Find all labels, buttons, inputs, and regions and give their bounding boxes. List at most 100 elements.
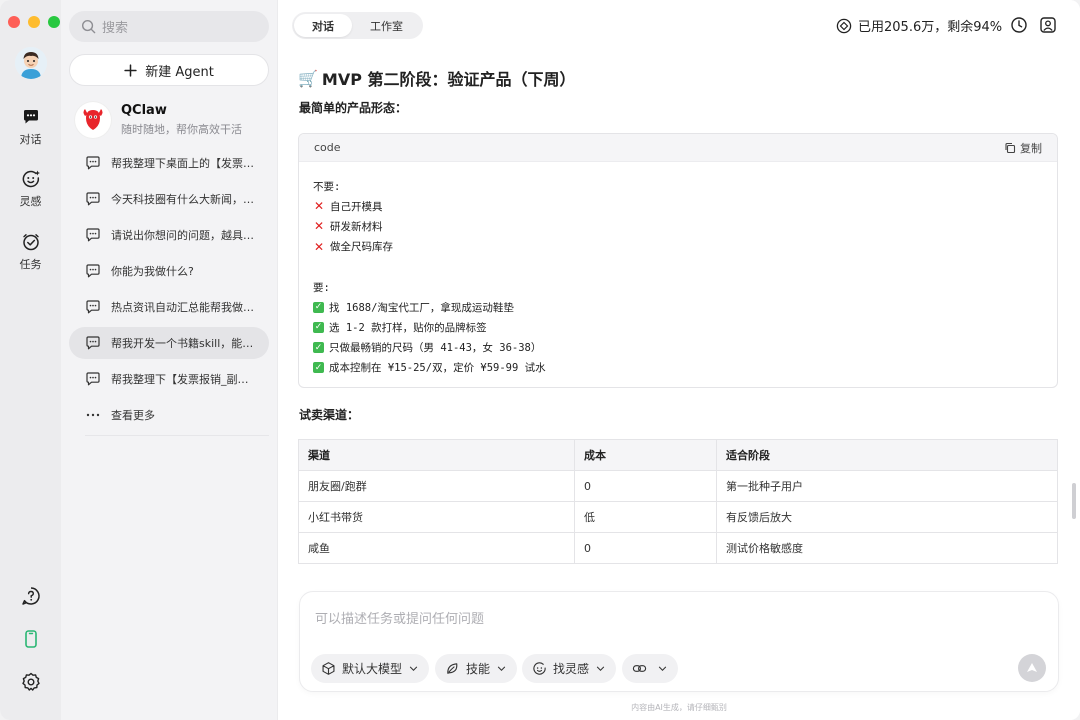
code-line-text: 要: (313, 281, 330, 294)
view-more-button[interactable]: 查看更多 (69, 399, 269, 431)
table-header-row: 渠道 成本 适合阶段 (298, 439, 1058, 471)
table-row: 朋友圈/跑群 0 第一批种子用户 (298, 470, 1058, 502)
check-circle-icon (22, 234, 39, 251)
rail-item-label: 对话 (19, 133, 42, 146)
check-mark-icon: ✓ (313, 362, 324, 374)
channels-label: 试卖渠道： (299, 408, 360, 422)
prompt-input[interactable]: 可以描述任务或提问任何问题 (315, 608, 484, 627)
model-selector[interactable]: 默认大模型 (311, 654, 430, 683)
copy-icon (1005, 142, 1016, 153)
chevron-down-icon (658, 666, 667, 671)
chat-history-item[interactable]: 帮我整理下桌面上的【发票报销】文件夹 (69, 147, 269, 179)
check-mark-icon: ✓ (313, 342, 324, 354)
code-line-text: 做全尺码库存 (330, 241, 393, 254)
section-heading: 🛒 MVP 第二阶段：验证产品（下周） (298, 66, 576, 90)
qclaw-logo (75, 102, 111, 138)
chevron-down-icon (497, 666, 506, 671)
composer: 可以描述任务或提问任何问题 默认大模型 技能 找灵感 (299, 591, 1059, 692)
cross-mark-icon: ✕ (313, 219, 325, 234)
chat-history-item[interactable]: 热点资讯自动汇总能帮我做什么 (69, 291, 269, 323)
product-form-label: 最简单的产品形态： (299, 101, 408, 115)
usage-indicator[interactable]: 已用205.6万，剩余94% (836, 16, 1002, 35)
code-line-text: 研发新材料 (330, 220, 383, 233)
rail-item-chat[interactable]: 对话 (0, 107, 61, 147)
agent-name: QClaw (121, 103, 167, 118)
chat-history-item[interactable]: 你能为我做什么? (69, 255, 269, 287)
check-mark-icon: ✓ (313, 301, 324, 313)
table-row: 咸鱼 0 测试价格敏感度 (298, 532, 1058, 564)
sidebar-divider (85, 435, 269, 436)
code-line-text: 选 1-2 款打样，贴你的品牌标签 (329, 321, 487, 334)
table-cell: 第一批种子用户 (716, 470, 1058, 502)
skills-selector[interactable]: 技能 (435, 654, 518, 683)
code-line: ✓ 成本控制在 ¥15-25/双，定价 ¥59-99 试水 (313, 358, 1043, 378)
chat-history-item[interactable]: 请说出你想问的问题，越具体越好 (69, 219, 269, 251)
search-input[interactable]: 搜索 (69, 11, 269, 42)
rail-item-inspiration[interactable]: 灵感 (0, 169, 61, 209)
code-block: code 复制 不要: ✕ 自己开模具 ✕ 研发新材料 ✕ 做全尺码库存 要: ✓ 找 1688/… (298, 133, 1058, 388)
chevron-down-icon (596, 666, 605, 671)
table-row: 小红书带货低有反馈后放大 (298, 501, 1058, 533)
chat-title: 热点资讯自动汇总能帮我做什么 (111, 301, 256, 314)
send-button[interactable] (1018, 654, 1046, 682)
table-cell: 0 (574, 532, 717, 564)
table-cell: 0 (574, 470, 717, 502)
code-line: ✓ 只做最畅销的尺码（男 41-43，女 36-38） (313, 338, 1043, 358)
gear-icon[interactable] (20, 671, 42, 693)
code-lang-label: code (314, 141, 341, 154)
send-arrow-icon (1027, 663, 1037, 672)
copy-label: 复制 (1020, 141, 1042, 155)
tab-studio[interactable]: 工作室 (352, 14, 421, 37)
chat-history-item[interactable]: 今天科技圈有什么大新闻，帮我总结一下 (69, 183, 269, 215)
sidebar: 搜索 新建 Agent QClaw 随时随地，帮你高效干活 帮我整理下桌面上的【… (61, 0, 278, 720)
close-window-button[interactable] (8, 16, 20, 28)
minimize-window-button[interactable] (28, 16, 40, 28)
chat-history-item[interactable]: 帮我整理下【发票报销_副本】文件夹 (69, 363, 269, 395)
search-icon (81, 19, 96, 34)
skills-label: 技能 (466, 662, 491, 676)
code-line: ✕ 做全尺码库存 (313, 237, 1043, 257)
phone-icon[interactable] (20, 628, 42, 650)
tab-chat[interactable]: 对话 (294, 14, 352, 37)
chat-title: 帮我整理下桌面上的【发票报销】文件夹 (111, 157, 256, 170)
rail-item-label: 任务 (19, 258, 42, 271)
maximize-window-button[interactable] (48, 16, 60, 28)
scrollbar-thumb[interactable] (1072, 483, 1076, 519)
code-line: ✕ 自己开模具 (313, 196, 1043, 216)
window-controls (8, 16, 60, 28)
profile-icon[interactable] (1039, 16, 1057, 34)
chevron-down-icon (409, 666, 418, 671)
chat-history-item[interactable]: 帮我开发一个书籍skill，能够自动整理 (69, 327, 269, 359)
help-icon[interactable] (20, 585, 42, 607)
chat-title: 今天科技圈有什么大新闻，帮我总结一下 (111, 193, 256, 206)
code-line-text: 不要: (313, 180, 341, 193)
main-panel: 对话 工作室 已用205.6万，剩余94% 🛒 MVP 第二阶段：验证产品（下周… (278, 0, 1080, 720)
cross-mark-icon: ✕ (313, 199, 325, 214)
new-agent-label: 新建 Agent (145, 64, 214, 80)
leaf-icon (447, 663, 458, 674)
ai-disclaimer: 内容由AI生成，请仔细甄别 (631, 703, 727, 712)
chat-bubble-outline-icon (86, 156, 100, 170)
cart-emoji: 🛒 (298, 68, 318, 88)
rail-item-tasks[interactable]: 任务 (0, 232, 61, 272)
smile-sparkle-icon (22, 170, 40, 188)
inspiration-selector[interactable]: 找灵感 (522, 654, 617, 683)
new-agent-button[interactable]: 新建 Agent (69, 54, 269, 86)
smile-sparkle-icon (533, 662, 546, 675)
code-line: ✕ 研发新材料 (313, 216, 1043, 236)
copy-button[interactable]: 复制 (1004, 140, 1042, 156)
rail-item-label: 灵感 (19, 195, 42, 208)
chat-bubble-outline-icon (86, 228, 100, 242)
code-line-text: 只做最畅销的尺码（男 41-43，女 36-38） (329, 342, 542, 355)
clock-icon[interactable] (1010, 16, 1028, 34)
code-line: ✓ 选 1-2 款打样，贴你的品牌标签 (313, 317, 1043, 337)
user-avatar[interactable] (15, 47, 47, 79)
agent-qclaw[interactable]: QClaw 随时随地，帮你高效干活 (75, 100, 265, 140)
mode-tabs: 对话 工作室 (292, 12, 423, 39)
chat-bubble-outline-icon (86, 372, 100, 386)
link-selector[interactable] (622, 654, 678, 683)
plus-icon (124, 63, 137, 77)
table-cell: 小红书带货 (298, 501, 575, 533)
chat-bubble-outline-icon (86, 192, 100, 206)
